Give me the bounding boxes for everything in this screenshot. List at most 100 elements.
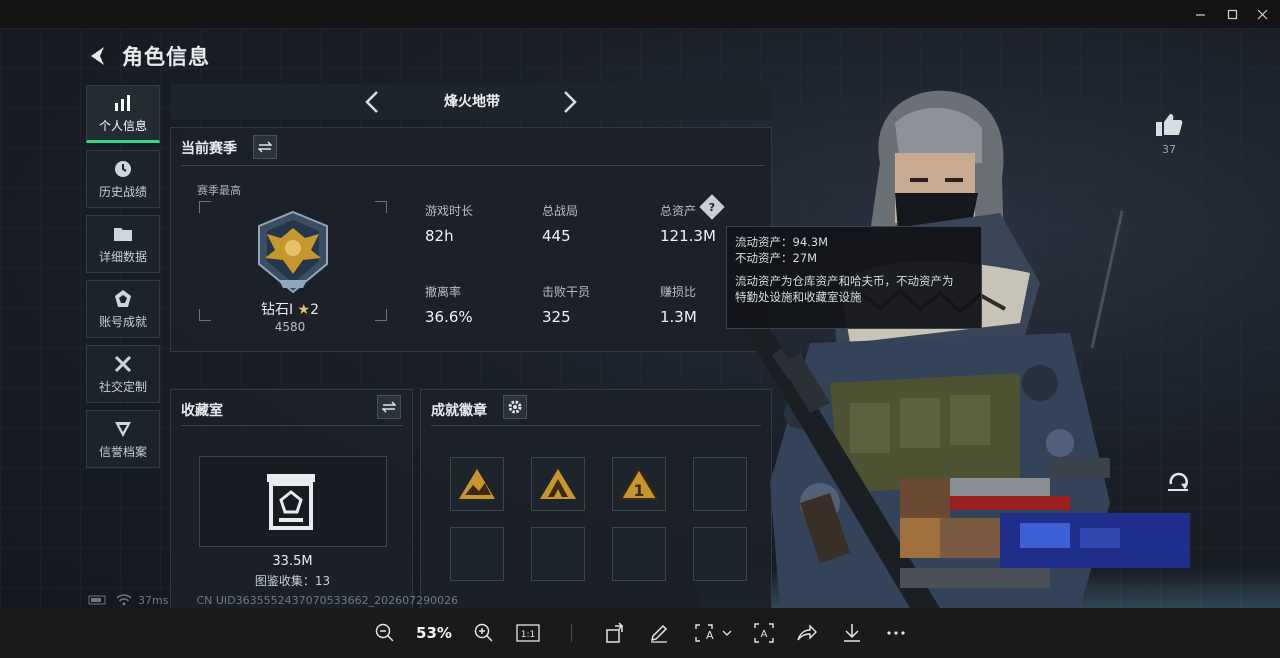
mode-next-button[interactable] <box>556 88 584 116</box>
empty-badge-slot[interactable] <box>612 527 666 581</box>
actual-size-icon: 1:1 <box>516 624 540 642</box>
achievement-badge[interactable] <box>450 457 504 511</box>
stat-value: 36.6% <box>425 308 473 326</box>
swap-icon <box>258 141 272 153</box>
zoom-out-button[interactable] <box>373 621 397 645</box>
sidebar-item-label: 历史战绩 <box>98 184 147 199</box>
actual-size-button[interactable]: 1:1 <box>514 621 542 645</box>
rotate-model-button[interactable] <box>1164 468 1192 496</box>
pencil-icon <box>650 624 668 643</box>
stat-label: 游戏时长 <box>425 204 474 218</box>
season-switch-button[interactable] <box>253 135 277 159</box>
player-uid: CN UID36355524370705336​62_202607290026 <box>196 593 459 607</box>
empty-badge-slot[interactable] <box>450 527 504 581</box>
text-recognition-button[interactable]: A <box>752 621 776 645</box>
zoom-out-icon <box>375 623 394 642</box>
chevron-left-icon <box>365 91 378 113</box>
stat-value: 445 <box>542 227 571 245</box>
toolbar-divider <box>571 624 572 642</box>
achievement-badge[interactable]: 1 <box>612 457 666 511</box>
stat-total-matches: 总战局 445 <box>542 202 652 245</box>
sidebar-item-label: 详细数据 <box>98 249 147 264</box>
edit-button[interactable] <box>647 621 671 645</box>
sidebar-item-label: 个人信息 <box>98 118 147 133</box>
achievements-settings-button[interactable] <box>503 395 527 419</box>
sidebar-item-social[interactable]: 社交定制 <box>86 345 160 403</box>
stat-value: 82h <box>425 227 454 245</box>
sidebar-item-label: 账号成就 <box>98 314 147 329</box>
vault-collection-count: 图鉴收集：13 <box>254 574 331 588</box>
rank-name: 钻石I ★2 <box>225 299 355 319</box>
chevron-down-icon <box>722 630 732 636</box>
stat-label: 击败干员 <box>542 285 591 299</box>
minimize-button[interactable] <box>1182 0 1218 28</box>
sidebar-item-detailed-data[interactable]: 详细数据 <box>86 215 160 273</box>
minimize-icon <box>1195 13 1205 16</box>
close-button[interactable] <box>1244 0 1280 28</box>
rotate-image-button[interactable] <box>604 621 628 645</box>
season-best-label: 赛季最高 <box>197 184 241 197</box>
page-header: 角色信息 <box>86 42 210 70</box>
zoom-in-icon <box>474 623 493 642</box>
tooltip-fixed-assets: 不动资产：27M <box>735 251 818 265</box>
like-button[interactable] <box>1154 112 1184 138</box>
tooltip-liquid-assets: 流动资产：94.3M <box>735 235 829 249</box>
achievement-badge[interactable] <box>531 457 585 511</box>
sidebar-item-history[interactable]: 历史战绩 <box>86 150 160 208</box>
shield-icon <box>112 419 134 439</box>
sidebar-item-achievements[interactable]: 账号成就 <box>86 280 160 338</box>
rank-stars: 2 <box>310 302 320 318</box>
zoom-in-button[interactable] <box>472 621 496 645</box>
mountain-badge-icon <box>459 469 495 499</box>
camp-badge-icon <box>540 469 576 499</box>
zoom-level: 53% <box>410 621 458 645</box>
empty-badge-slot[interactable] <box>531 527 585 581</box>
mode-prev-button[interactable] <box>358 88 386 116</box>
status-bar: 37ms CN UID36355524370705336​62_20260729… <box>88 592 458 608</box>
vault-icon <box>265 472 317 534</box>
mode-selector: 烽火地带 <box>170 84 772 120</box>
svg-text:A: A <box>706 629 714 642</box>
divider <box>181 165 765 166</box>
star-icon: ★ <box>297 302 311 318</box>
window-titlebar <box>0 0 1280 28</box>
collection-switch-button[interactable] <box>377 395 401 419</box>
sidebar-item-personal-info[interactable]: 个人信息 <box>86 85 160 143</box>
divider <box>431 425 761 426</box>
more-icon <box>887 631 905 635</box>
svg-text:1:1: 1:1 <box>521 630 535 640</box>
frame-corner <box>199 309 211 321</box>
divider <box>181 425 403 426</box>
medal-icon <box>112 289 134 309</box>
sidebar-item-label: 信誉档案 <box>98 444 147 459</box>
number-one-badge-icon: 1 <box>619 467 659 500</box>
game-viewport: 角色信息 个人信息 历史战绩 详细数据 账号成就 社交定制 信誉档案 烽火地带 … <box>0 28 1280 608</box>
stat-label: 总战局 <box>542 204 579 218</box>
maximize-icon <box>1227 9 1237 19</box>
save-button[interactable] <box>840 621 864 645</box>
achievements-title: 成就徽章 <box>431 403 487 419</box>
sidebar-item-reputation[interactable]: 信誉档案 <box>86 410 160 468</box>
visual-search-button[interactable]: A <box>690 621 736 645</box>
rank-score: 4580 <box>274 320 306 334</box>
tools-icon <box>112 354 134 374</box>
season-title: 当前赛季 <box>181 141 237 157</box>
pixelated-overlay <box>900 458 1190 608</box>
viewer-toolbar: 53% 1:1 A A <box>0 608 1280 658</box>
text-scan-icon: A <box>754 623 774 643</box>
more-options-button[interactable] <box>884 621 908 645</box>
back-button[interactable] <box>86 44 110 68</box>
stat-label: 撤离率 <box>425 285 462 299</box>
folder-icon <box>112 224 134 244</box>
collection-title: 收藏室 <box>181 403 223 419</box>
chevron-right-icon <box>564 91 577 113</box>
season-panel: 当前赛季 赛季最高 钻石I ★2 4580 游戏时长 82h 总战局 445 总… <box>170 127 772 352</box>
stat-playtime: 游戏时长 82h <box>425 202 535 245</box>
diamond-rank-badge-icon <box>249 208 337 296</box>
frame-corner <box>199 201 211 213</box>
question-icon: ? <box>708 200 716 214</box>
battery-icon <box>88 595 106 605</box>
rotate-image-icon <box>606 622 624 643</box>
mode-name: 烽火地带 <box>444 94 500 110</box>
share-button[interactable] <box>795 621 819 645</box>
